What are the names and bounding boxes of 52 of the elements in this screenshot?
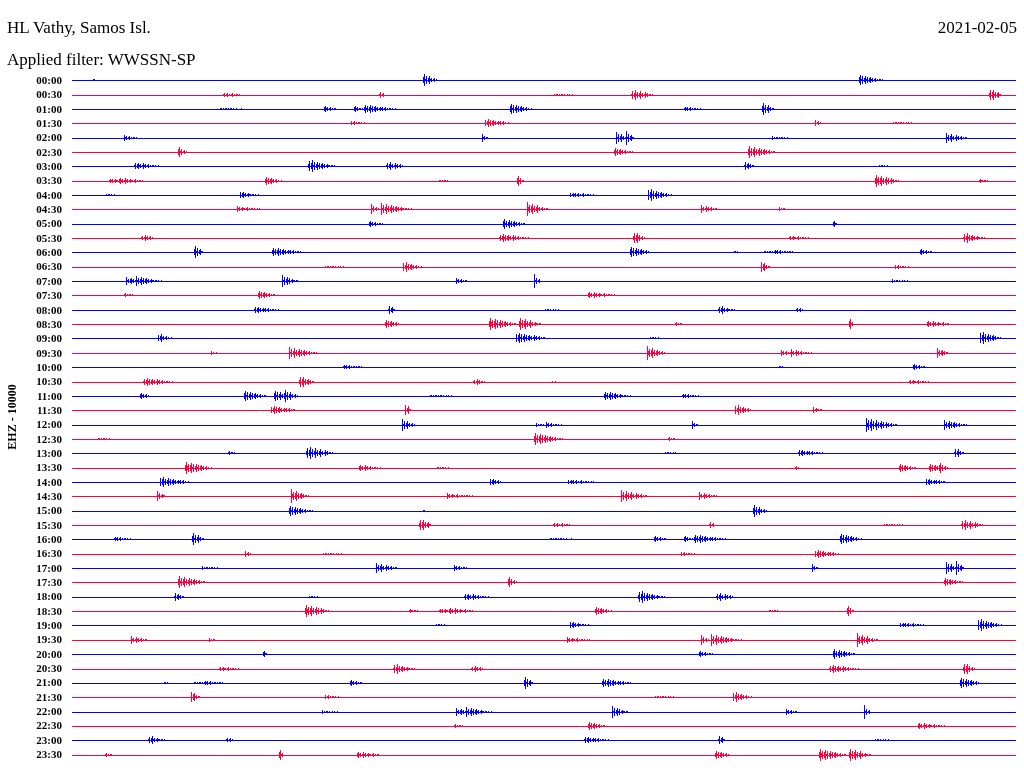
time-label: 10:00 [36, 359, 62, 375]
time-label: 22:00 [36, 704, 62, 719]
time-label: 23:00 [36, 732, 62, 748]
time-label: 20:30 [36, 661, 62, 676]
time-label: 19:30 [36, 632, 62, 647]
time-label: 11:30 [36, 402, 62, 418]
filter-label: Applied filter: WWSSN-SP [7, 50, 196, 69]
time-label: 14:30 [36, 488, 62, 504]
time-label: 23:30 [36, 747, 62, 762]
time-label: 04:00 [36, 187, 62, 203]
time-label: 10:30 [36, 374, 62, 389]
time-label: 03:00 [36, 159, 62, 174]
time-label: 03:30 [36, 173, 62, 188]
time-label: 08:00 [36, 302, 62, 317]
time-label: 06:30 [36, 259, 62, 274]
time-label: 22:30 [36, 718, 62, 733]
time-label: 05:30 [36, 230, 62, 246]
time-label: 01:30 [36, 116, 62, 131]
time-label: 00:30 [36, 87, 62, 102]
time-label: 07:30 [36, 288, 62, 303]
time-label: 15:00 [36, 503, 62, 518]
time-label: 15:30 [36, 517, 62, 532]
time-label: 13:30 [36, 460, 62, 475]
time-label: 01:00 [36, 101, 62, 117]
time-label: 21:30 [36, 689, 62, 705]
time-label: 18:00 [36, 589, 62, 604]
time-label: 12:30 [36, 431, 62, 446]
time-label: 02:00 [36, 130, 62, 145]
time-label: 16:30 [36, 546, 62, 561]
time-label: 07:00 [36, 273, 62, 289]
time-label: 12:00 [36, 417, 62, 432]
time-label: 06:00 [36, 245, 62, 260]
time-label: 18:30 [36, 603, 62, 619]
time-label: 04:30 [36, 202, 62, 217]
time-label: 05:00 [36, 216, 62, 231]
station-title: HL Vathy, Samos Isl. [7, 18, 151, 38]
time-label: 19:00 [36, 618, 62, 633]
time-label: 11:00 [36, 388, 62, 403]
time-label: 09:30 [36, 345, 62, 360]
time-label: 08:30 [36, 316, 62, 332]
time-label: 13:00 [36, 445, 62, 461]
date-label: 2021-02-05 [937, 18, 1017, 38]
time-label: 20:00 [36, 646, 62, 662]
time-label: 00:00 [36, 73, 62, 88]
time-label: 17:30 [36, 575, 62, 590]
time-label: 16:00 [36, 532, 62, 547]
time-label: 17:00 [36, 560, 62, 576]
time-label: 21:00 [36, 675, 62, 690]
axis-label: EHZ - 10000 [4, 384, 20, 451]
time-label: 02:30 [36, 144, 62, 160]
time-label: 09:00 [36, 331, 62, 346]
time-label: 14:00 [36, 474, 62, 489]
